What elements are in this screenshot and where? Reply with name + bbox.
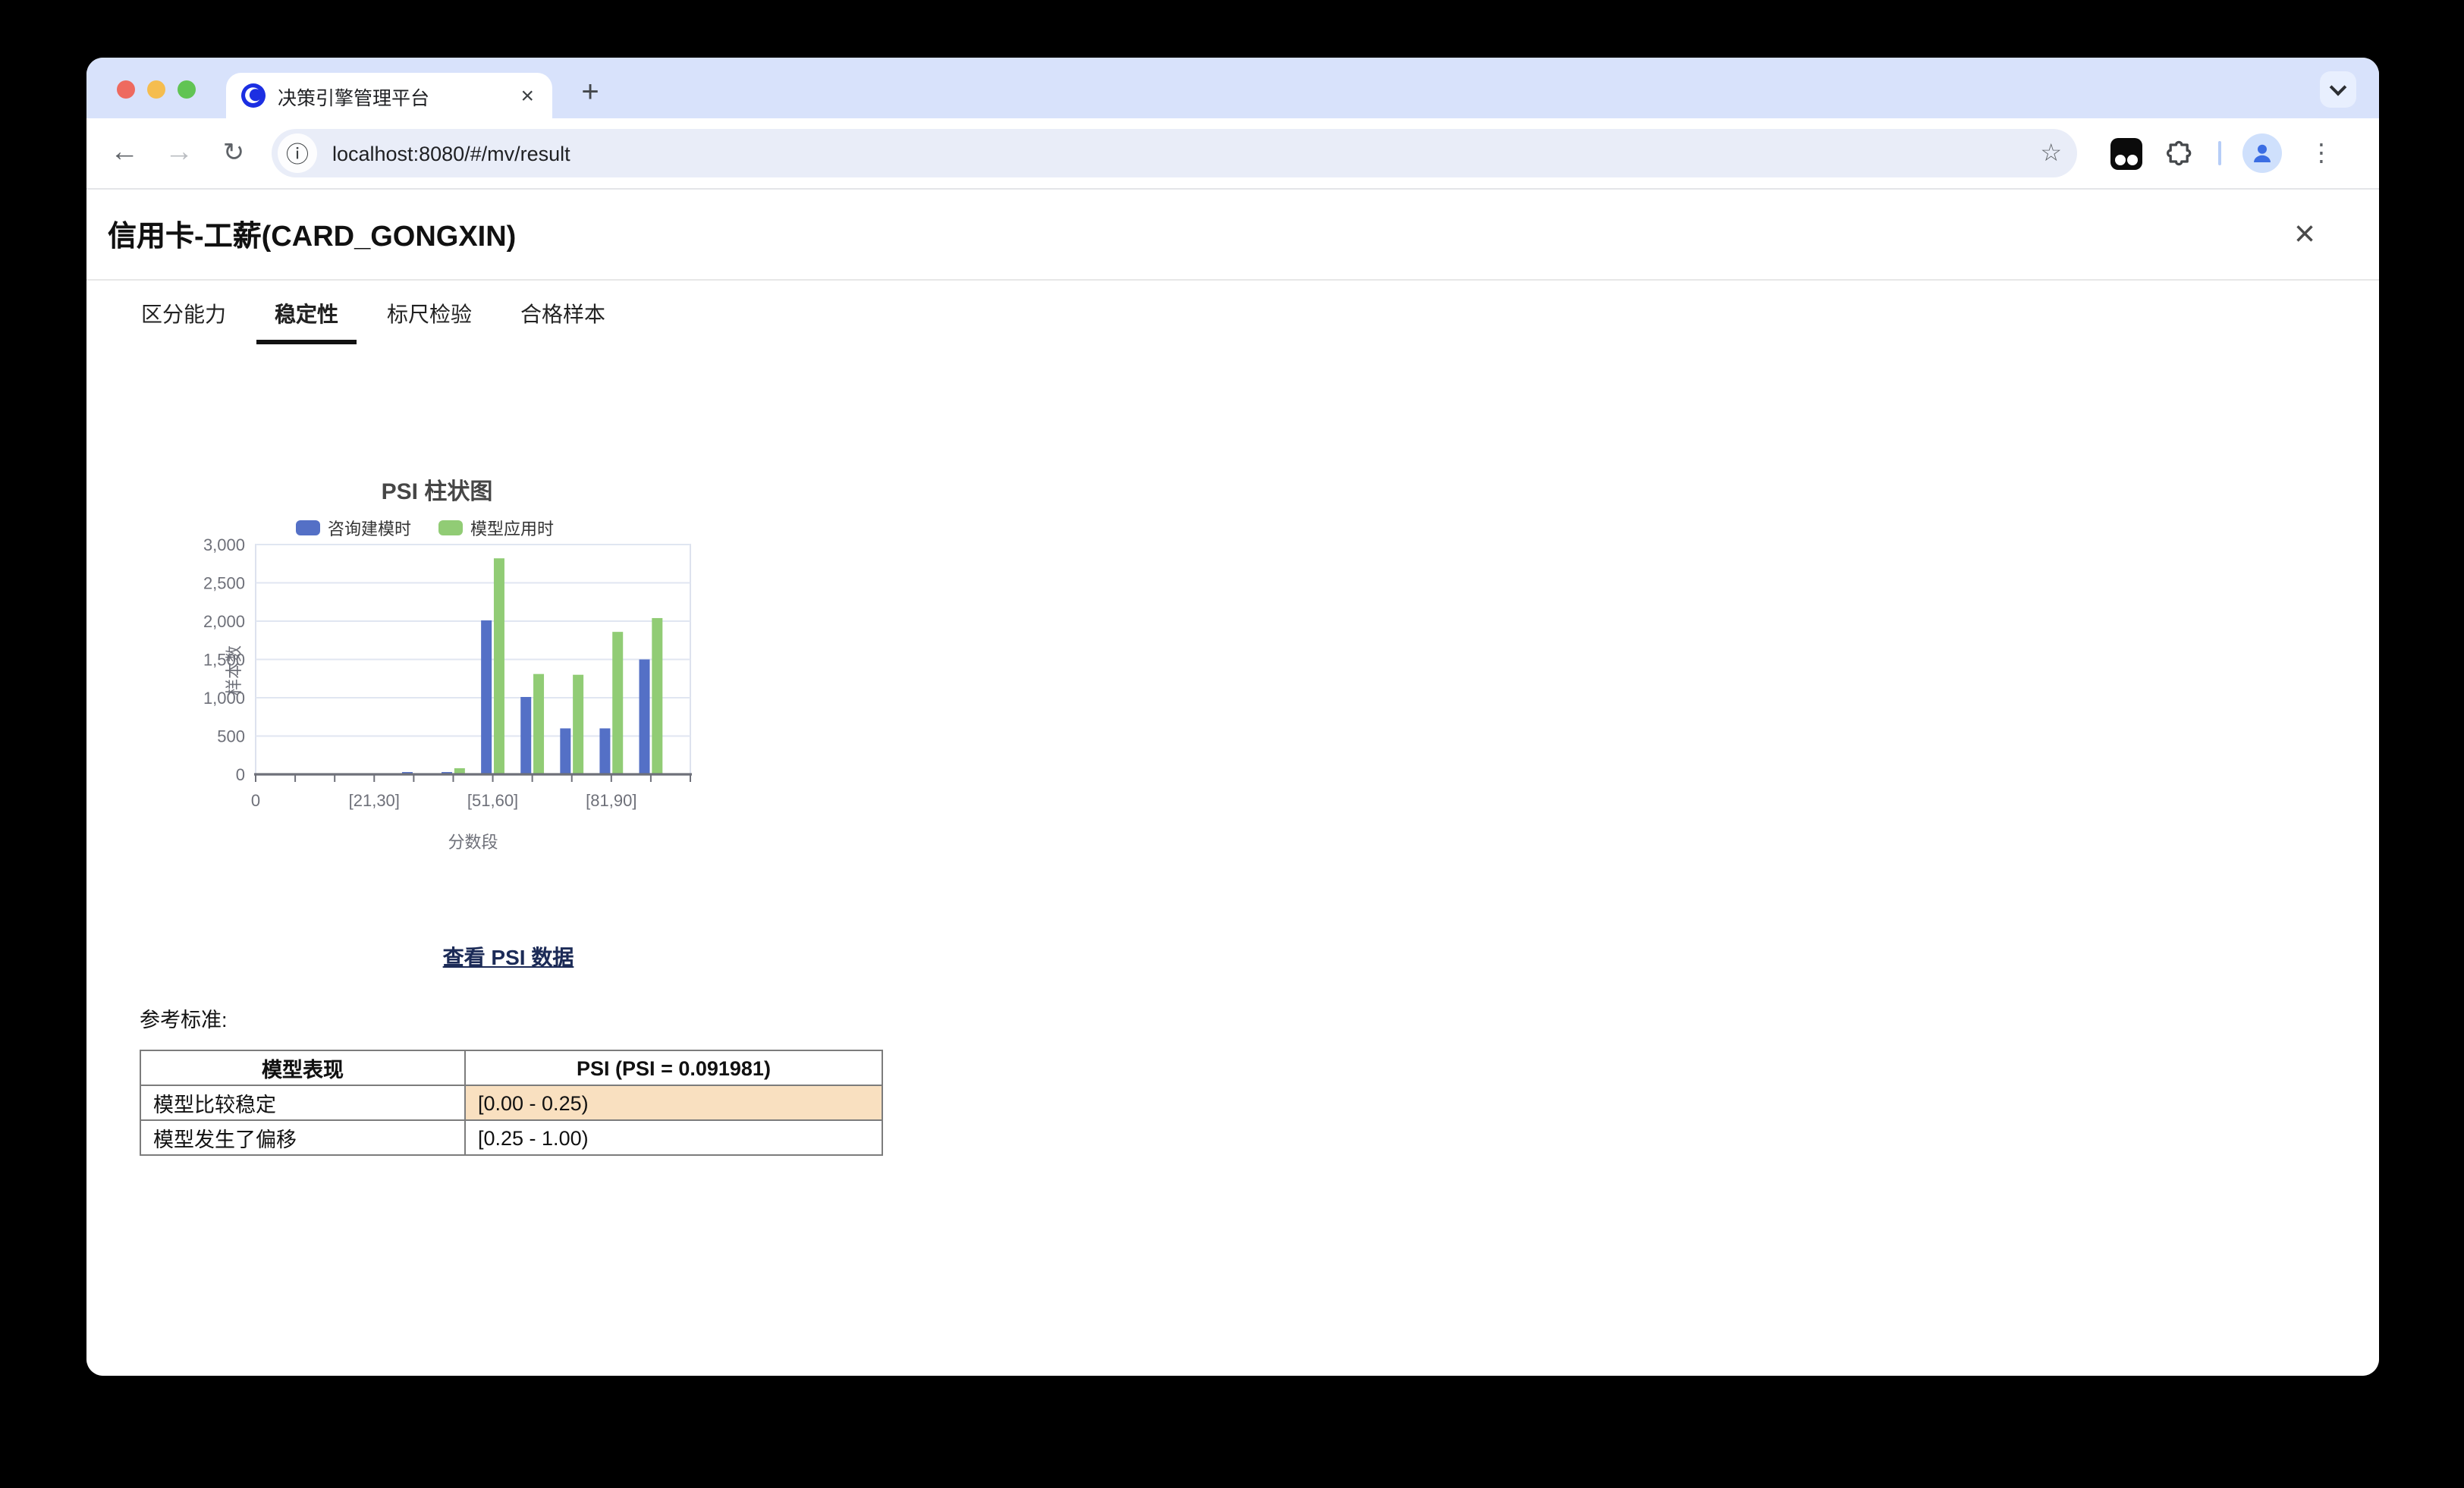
tab-title: 决策引擎管理平台	[278, 81, 505, 110]
tab-search-button[interactable]	[2320, 71, 2356, 108]
result-tab-1[interactable]: 稳定性	[256, 293, 357, 344]
zoom-window-button[interactable]	[178, 80, 196, 99]
table-cell: 模型比较稳定	[140, 1085, 465, 1120]
svg-text:[81,90]: [81,90]	[586, 791, 636, 810]
toolbar-right: ⋮	[2110, 133, 2340, 173]
address-bar[interactable]: ⓘ localhost:8080/#/mv/result ☆	[272, 129, 2077, 177]
svg-text:2,000: 2,000	[203, 612, 245, 631]
profile-avatar[interactable]	[2242, 133, 2282, 173]
page-content: 信用卡-工薪(CARD_GONGXIN) × 区分能力稳定性标尺检验合格样本 0…	[86, 190, 2379, 1376]
svg-text:样本数: 样本数	[225, 645, 244, 695]
person-icon	[2250, 141, 2274, 165]
reference-standard-label: 参考标准:	[140, 1003, 2379, 1033]
tab-close-icon[interactable]: ×	[517, 84, 537, 107]
table-cell: 模型发生了偏移	[140, 1120, 465, 1155]
svg-text:2,500: 2,500	[203, 574, 245, 593]
view-psi-data-link[interactable]: 查看 PSI 数据	[443, 945, 574, 969]
svg-text:模型应用时: 模型应用时	[470, 520, 554, 538]
window-controls	[117, 80, 196, 99]
url-text[interactable]: localhost:8080/#/mv/result	[332, 142, 2040, 165]
table-header-cell: PSI (PSI = 0.091981)	[465, 1050, 882, 1085]
svg-text:0: 0	[251, 791, 260, 810]
result-tab-2[interactable]: 标尺检验	[369, 293, 490, 344]
result-tab-3[interactable]: 合格样本	[502, 293, 624, 344]
browser-tab[interactable]: 决策引擎管理平台 ×	[226, 73, 552, 118]
table-cell: [0.25 - 1.00)	[465, 1120, 882, 1155]
site-info-icon[interactable]: ⓘ	[278, 133, 317, 173]
svg-text:咨询建模时: 咨询建模时	[328, 520, 411, 538]
table-cell: [0.00 - 0.25)	[465, 1085, 882, 1120]
extensions-puzzle-icon[interactable]	[2164, 137, 2197, 170]
bookmark-star-icon[interactable]: ☆	[2040, 138, 2062, 168]
result-tabs: 区分能力稳定性标尺检验合格样本	[86, 281, 2379, 347]
svg-text:[51,60]: [51,60]	[467, 791, 518, 810]
screen: 决策引擎管理平台 × + ← → ↻ ⓘ localhost:8080/#/mv…	[0, 0, 2464, 1488]
extension-shortcut-icon[interactable]	[2110, 137, 2142, 169]
dialog-close-icon[interactable]: ×	[2294, 216, 2315, 253]
forward-button[interactable]: →	[156, 130, 202, 176]
new-tab-button[interactable]: +	[569, 71, 611, 114]
svg-text:PSI 柱状图: PSI 柱状图	[382, 479, 493, 504]
browser-menu-icon[interactable]: ⋮	[2303, 138, 2340, 168]
minimize-window-button[interactable]	[147, 80, 165, 99]
browser-window: 决策引擎管理平台 × + ← → ↻ ⓘ localhost:8080/#/mv…	[86, 58, 2379, 1376]
back-button[interactable]: ←	[102, 130, 147, 176]
close-window-button[interactable]	[117, 80, 135, 99]
toolbar-divider	[2218, 141, 2221, 165]
psi-link-row: 查看 PSI 数据	[190, 942, 827, 972]
svg-text:分数段: 分数段	[448, 833, 498, 852]
browser-toolbar: ← → ↻ ⓘ localhost:8080/#/mv/result ☆	[86, 118, 2379, 188]
result-tab-0[interactable]: 区分能力	[123, 293, 244, 344]
browser-tab-strip: 决策引擎管理平台 × +	[86, 58, 2379, 118]
page-header: 信用卡-工薪(CARD_GONGXIN) ×	[86, 190, 2379, 279]
page-title: 信用卡-工薪(CARD_GONGXIN)	[108, 214, 516, 255]
svg-text:0: 0	[236, 765, 245, 784]
reference-table: 模型表现PSI (PSI = 0.091981)模型比较稳定[0.00 - 0.…	[140, 1050, 883, 1156]
table-row: 模型比较稳定[0.00 - 0.25)	[140, 1085, 882, 1120]
psi-bar-chart: 0[21,30][51,60][81,90]05001,0001,5002,00…	[155, 454, 792, 866]
svg-text:3,000: 3,000	[203, 535, 245, 554]
table-header-cell: 模型表现	[140, 1050, 465, 1085]
reload-button[interactable]: ↻	[211, 130, 256, 176]
chevron-down-icon	[2330, 79, 2347, 96]
svg-text:[21,30]: [21,30]	[349, 791, 400, 810]
svg-text:500: 500	[217, 727, 245, 746]
site-favicon-icon	[241, 83, 266, 108]
table-header-row: 模型表现PSI (PSI = 0.091981)	[140, 1050, 882, 1085]
table-row: 模型发生了偏移[0.25 - 1.00)	[140, 1120, 882, 1155]
